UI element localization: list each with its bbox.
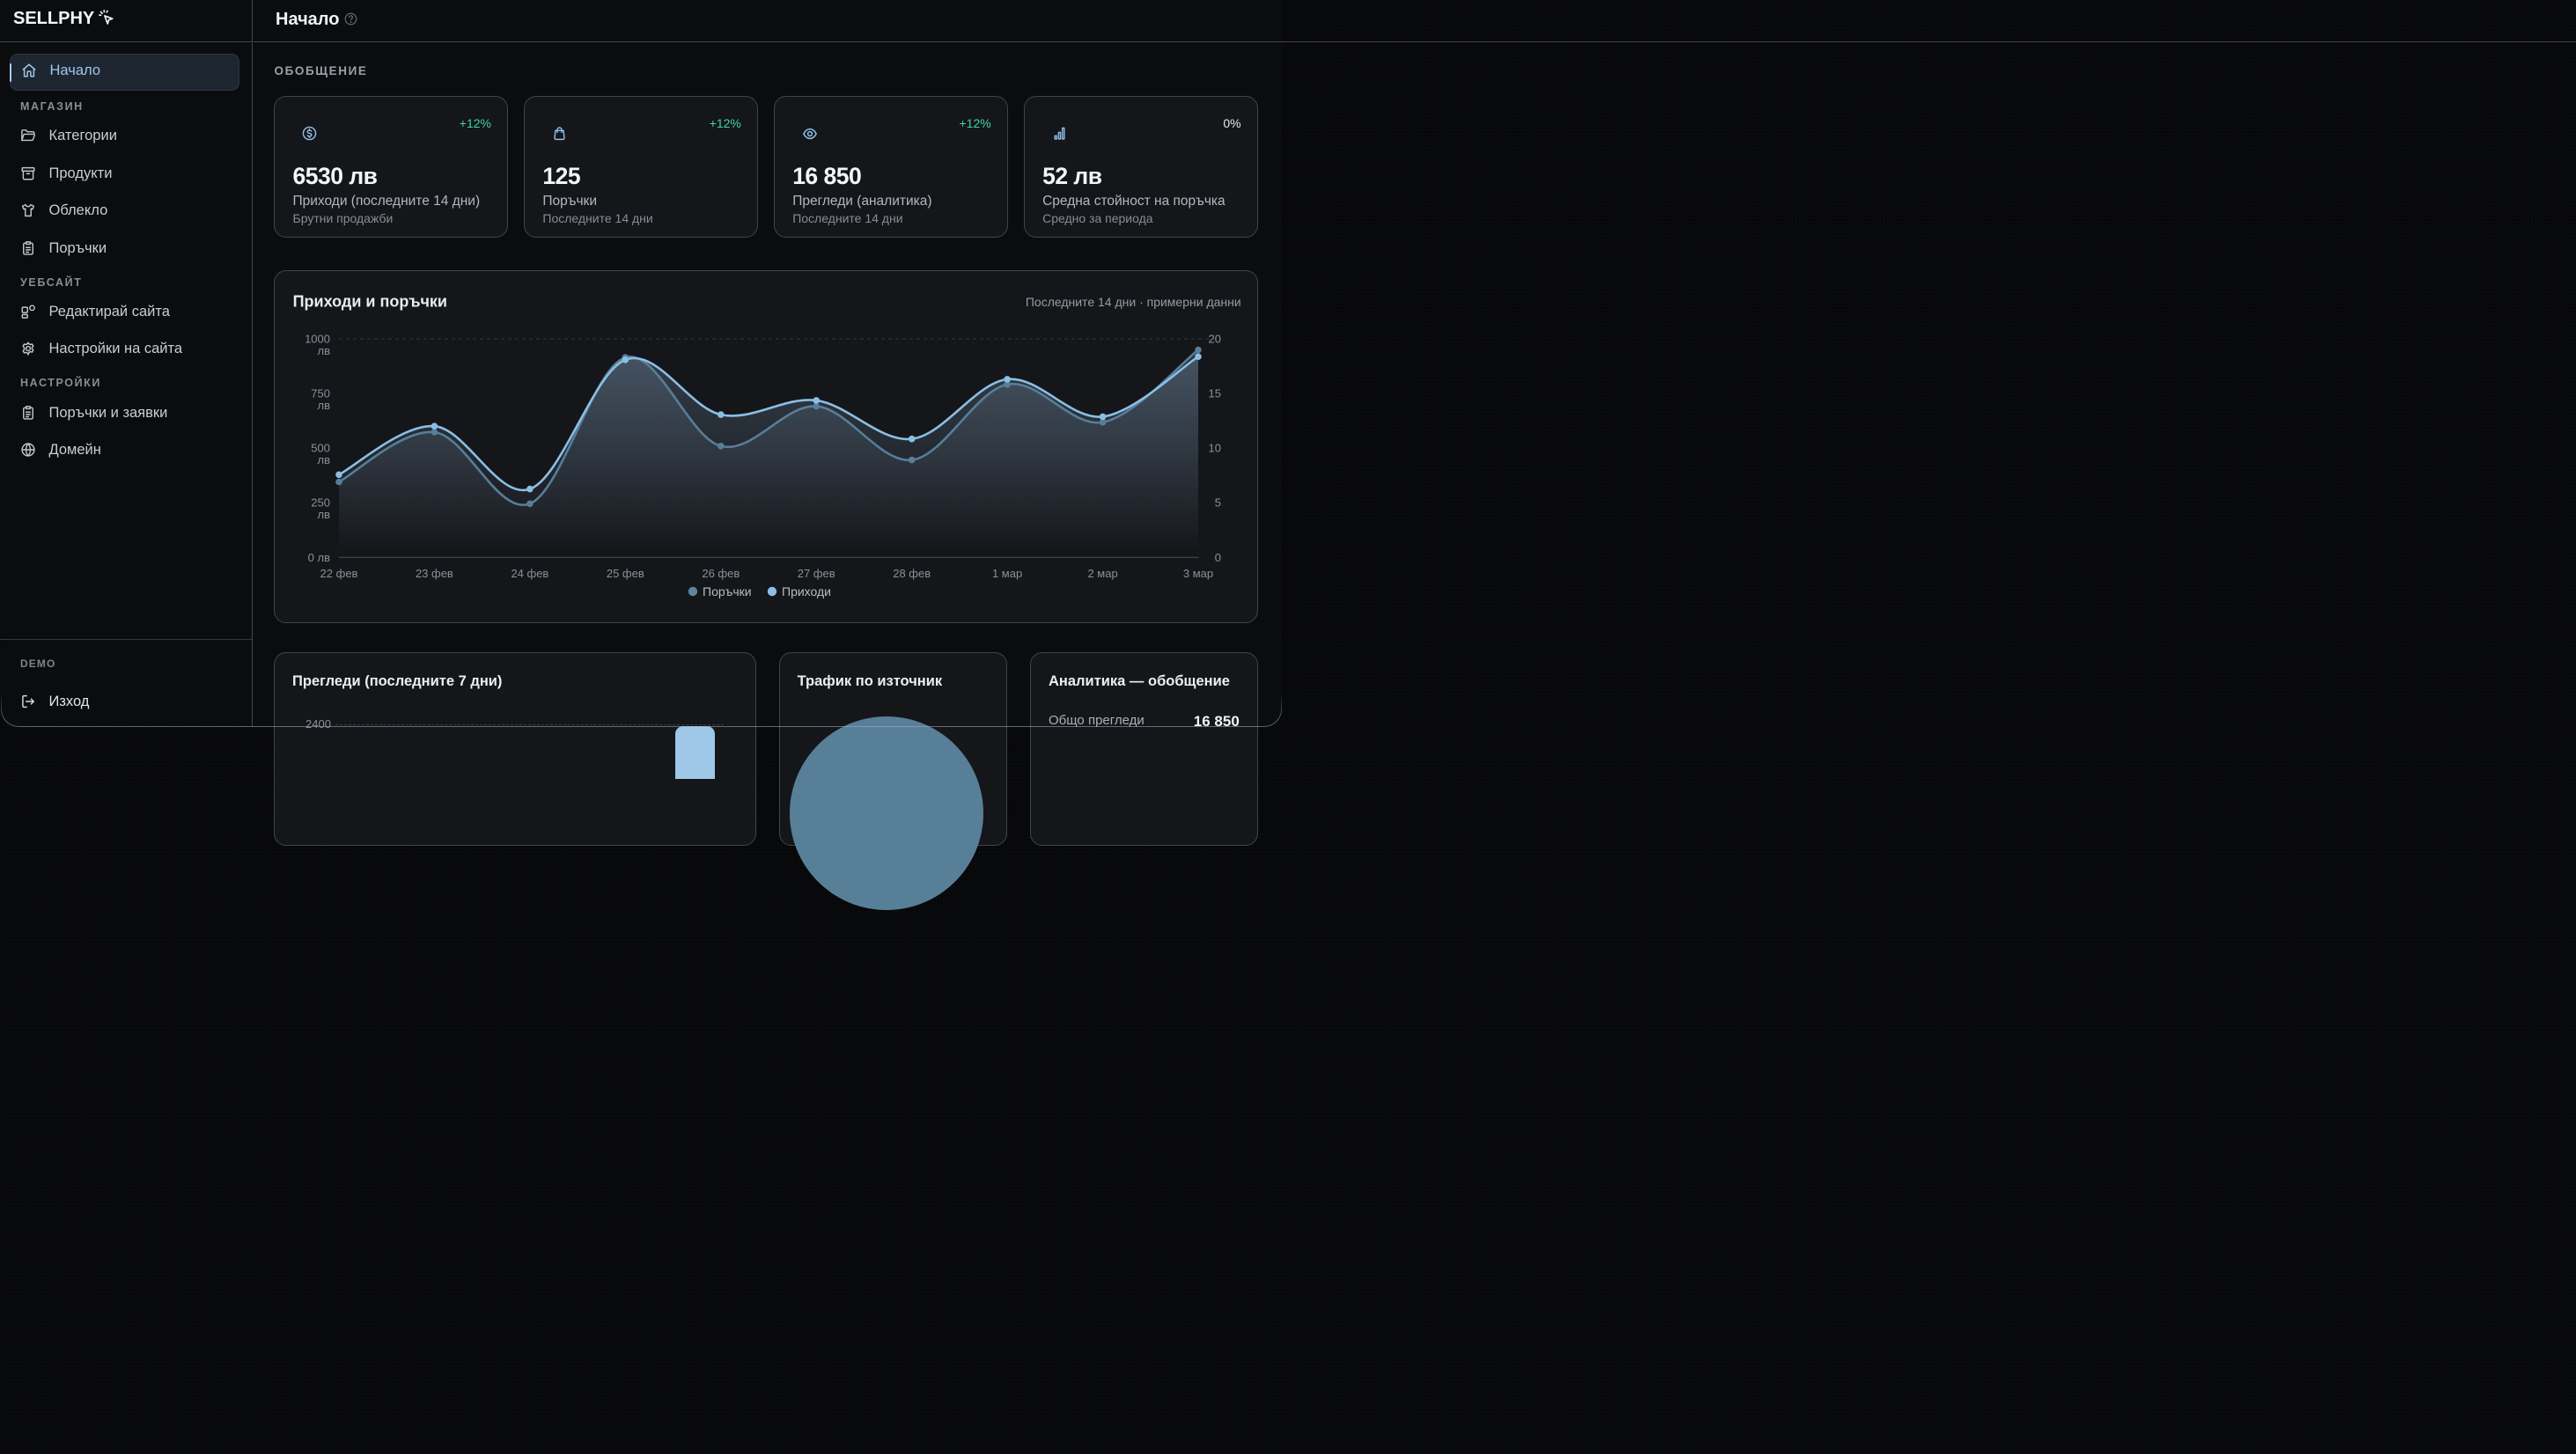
svg-text:22 фев: 22 фев: [320, 566, 358, 579]
svg-text:26 фев: 26 фев: [702, 566, 740, 579]
svg-text:0: 0: [1215, 550, 1221, 563]
svg-text:27 фев: 27 фев: [798, 566, 835, 579]
svg-text:0 лв: 0 лв: [308, 550, 330, 563]
svg-text:10: 10: [1209, 441, 1221, 454]
svg-text:лв: лв: [318, 508, 331, 521]
svg-text:лв: лв: [318, 453, 331, 466]
svg-text:23 фев: 23 фев: [416, 566, 453, 579]
svg-text:5: 5: [1215, 496, 1221, 509]
svg-text:лв: лв: [318, 399, 331, 412]
svg-text:лв: лв: [318, 344, 331, 357]
svg-text:2 мар: 2 мар: [1087, 566, 1117, 579]
svg-text:24 фев: 24 фев: [511, 566, 548, 579]
svg-text:Приходи: Приходи: [782, 584, 831, 598]
svg-text:Приходи и поръчки: Приходи и поръчки: [293, 292, 447, 310]
svg-text:1 мар: 1 мар: [992, 566, 1022, 579]
svg-text:15: 15: [1209, 386, 1221, 400]
svg-text:Последните 14 дни · примерни д: Последните 14 дни · примерни данни: [1026, 295, 1241, 309]
svg-text:Поръчки: Поръчки: [703, 584, 752, 598]
svg-text:25 фев: 25 фев: [607, 566, 644, 579]
svg-text:20: 20: [1209, 332, 1221, 345]
svg-text:3 мар: 3 мар: [1183, 566, 1213, 579]
svg-text:28 фев: 28 фев: [893, 566, 931, 579]
